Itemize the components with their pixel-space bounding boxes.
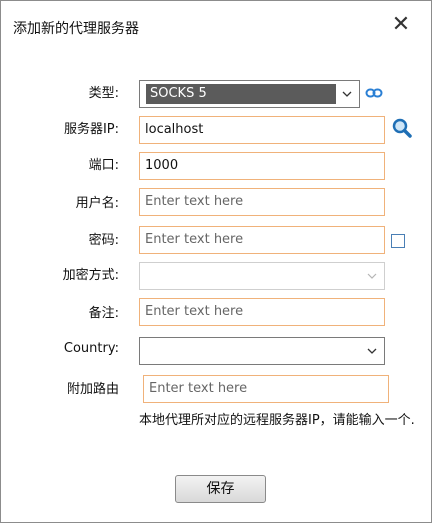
username-input[interactable]: Enter text here bbox=[139, 188, 385, 216]
add-proxy-dialog: 添加新的代理服务器 ✕ 类型: SOCKS 5 服务器IP: localhost… bbox=[0, 0, 432, 523]
extra-route-label: 附加路由 bbox=[66, 382, 119, 397]
country-select[interactable] bbox=[139, 337, 385, 365]
country-label: Country: bbox=[63, 341, 119, 356]
chevron-down-icon bbox=[367, 273, 377, 279]
type-label: 类型: bbox=[88, 86, 119, 101]
close-icon[interactable]: ✕ bbox=[389, 13, 413, 37]
username-label: 用户名: bbox=[75, 196, 119, 211]
password-input[interactable]: Enter text here bbox=[139, 226, 385, 254]
remark-label: 备注: bbox=[88, 306, 119, 321]
title-bar: 添加新的代理服务器 ✕ bbox=[1, 1, 431, 51]
encryption-select[interactable] bbox=[139, 262, 385, 290]
server-ip-input[interactable]: localhost bbox=[139, 116, 385, 144]
search-icon[interactable] bbox=[391, 117, 413, 139]
port-label: 端口: bbox=[88, 158, 119, 173]
link-icon[interactable] bbox=[365, 86, 383, 100]
extra-route-note: 本地代理所对应的远程服务器IP，请能输入一个. bbox=[139, 413, 415, 428]
password-label: 密码: bbox=[88, 233, 119, 248]
type-selected-value: SOCKS 5 bbox=[146, 84, 336, 104]
server-ip-label: 服务器IP: bbox=[63, 122, 119, 137]
chevron-down-icon bbox=[367, 348, 377, 354]
port-input[interactable]: 1000 bbox=[139, 152, 385, 180]
dialog-title: 添加新的代理服务器 bbox=[13, 21, 139, 37]
show-password-checkbox[interactable] bbox=[391, 234, 405, 248]
extra-route-input[interactable]: Enter text here bbox=[143, 375, 389, 403]
type-select[interactable]: SOCKS 5 bbox=[139, 80, 360, 108]
encryption-label: 加密方式: bbox=[62, 268, 119, 283]
remark-input[interactable]: Enter text here bbox=[139, 298, 385, 326]
save-button[interactable]: 保存 bbox=[175, 475, 266, 503]
chevron-down-icon bbox=[342, 91, 352, 97]
